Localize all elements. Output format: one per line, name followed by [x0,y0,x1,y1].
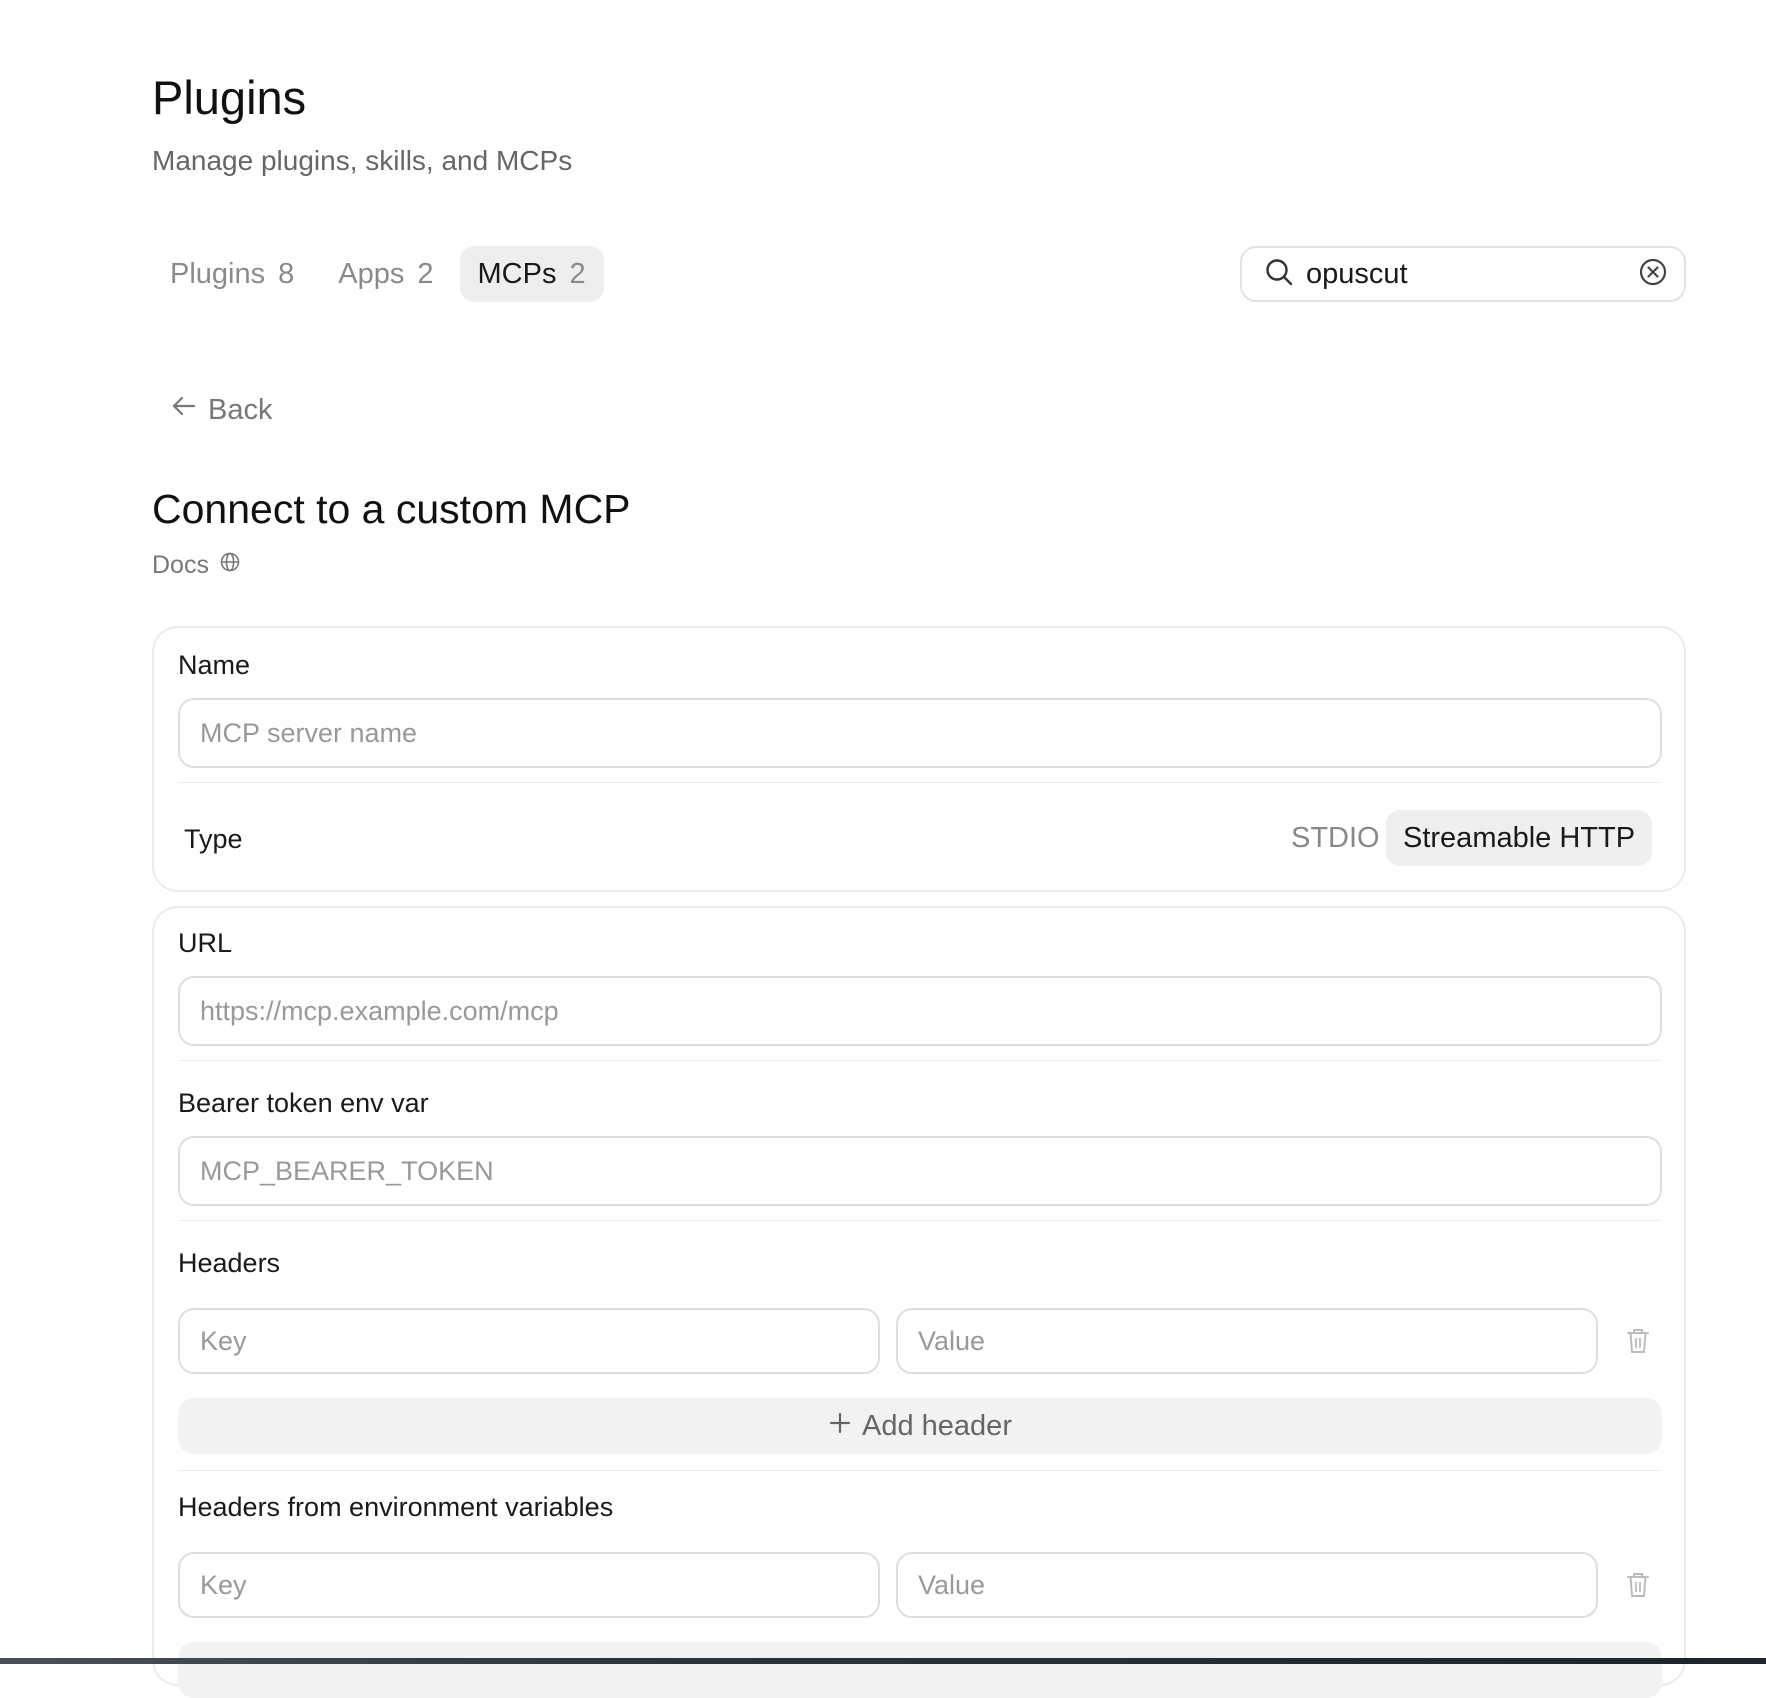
back-button[interactable]: Back [170,392,272,428]
divider [178,1470,1660,1471]
search-value[interactable]: opuscut [1306,258,1626,291]
type-label: Type [184,824,243,854]
trash-icon[interactable] [1624,1326,1652,1356]
tab-mcps[interactable]: MCPs 2 [459,246,604,302]
clear-circle-icon[interactable] [1638,257,1668,292]
env-headers-label: Headers from environment variables [178,1492,614,1522]
add-env-header-button[interactable] [178,1642,1662,1698]
headers-label: Headers [178,1248,281,1278]
docs-link[interactable]: Docs [152,551,241,580]
bearer-placeholder: MCP_BEARER_TOKEN [200,1155,494,1186]
key-placeholder: Key [200,1325,247,1356]
add-header-label: Add header [862,1409,1012,1442]
header-value-input[interactable]: Value [896,1308,1598,1374]
tab-count: 2 [417,257,434,290]
back-label: Back [208,393,273,426]
name-label: Name [178,650,251,680]
tab-label: Plugins [170,257,266,290]
search-input[interactable]: opuscut [1240,246,1686,302]
page-subtitle: Manage plugins, skills, and MCPs [152,145,573,176]
bearer-input[interactable]: MCP_BEARER_TOKEN [178,1136,1662,1206]
add-header-button[interactable]: Add header [178,1398,1662,1454]
tab-plugins[interactable]: Plugins 8 [152,246,312,302]
key-placeholder: Key [200,1569,247,1600]
connection-card: URL https://mcp.example.com/mcp Bearer t… [152,906,1686,1698]
window-bottom-edge [0,1658,1766,1664]
search-icon [1264,257,1294,292]
tab-apps[interactable]: Apps 2 [320,246,451,302]
tab-label: MCPs [477,257,557,290]
plus-icon [828,1410,852,1443]
docs-label: Docs [152,551,209,579]
name-placeholder: MCP server name [200,717,418,748]
arrow-left-icon [170,392,198,428]
globe-icon [219,551,241,580]
tab-count: 8 [278,257,295,290]
url-label: URL [178,928,233,958]
divider [178,782,1660,783]
type-option-stdio[interactable]: STDIO [1274,810,1397,866]
form-heading: Connect to a custom MCP [152,486,631,532]
tab-count: 2 [569,257,586,290]
tab-label: Apps [338,257,405,290]
value-placeholder: Value [918,1325,986,1356]
value-placeholder: Value [918,1569,986,1600]
env-header-value-input[interactable]: Value [896,1552,1598,1618]
header-key-input[interactable]: Key [178,1308,880,1374]
page-title: Plugins [152,71,307,124]
type-option-streamable-http[interactable]: Streamable HTTP [1386,810,1653,866]
env-header-key-input[interactable]: Key [178,1552,880,1618]
divider [178,1220,1660,1221]
url-input[interactable]: https://mcp.example.com/mcp [178,976,1662,1046]
name-input[interactable]: MCP server name [178,698,1662,768]
divider [178,1060,1660,1061]
url-placeholder: https://mcp.example.com/mcp [200,995,559,1026]
bearer-label: Bearer token env var [178,1088,429,1118]
trash-icon[interactable] [1624,1570,1652,1600]
tab-bar: Plugins 8 Apps 2 MCPs 2 [152,246,604,302]
